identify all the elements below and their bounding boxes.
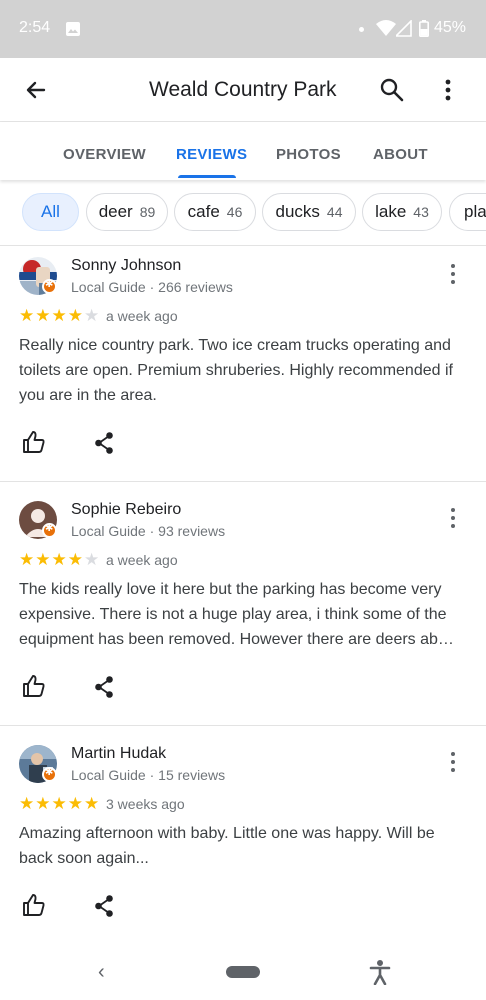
star-filled-icon: ★ <box>84 794 100 813</box>
star-filled-icon: ★ <box>67 550 83 569</box>
tab-reviews[interactable]: REVIEWS <box>176 146 247 163</box>
filter-chip-all[interactable]: All <box>22 193 79 231</box>
nav-back-icon[interactable]: ‹ <box>98 961 105 984</box>
star-filled-icon: ★ <box>51 794 67 813</box>
nav-home-pill-icon[interactable] <box>226 966 260 978</box>
reviewer-name[interactable]: Sonny Johnson <box>71 257 181 275</box>
chip-label: deer <box>98 202 133 221</box>
reviewer-name[interactable]: Martin Hudak <box>71 745 166 763</box>
chip-label: ducks <box>275 202 320 221</box>
review-date: 3 weeks ago <box>106 796 185 812</box>
filter-chip-play[interactable]: pla <box>449 193 486 231</box>
app-bar: Weald Country Park <box>0 58 486 122</box>
divider <box>0 725 486 726</box>
accessibility-icon[interactable] <box>369 959 391 985</box>
status-bar: 2:54 45% <box>0 0 486 58</box>
review-more-vert-icon[interactable] <box>443 505 463 531</box>
review-date: a week ago <box>106 308 178 324</box>
chip-count: 89 <box>139 204 156 220</box>
star-filled-icon: ★ <box>19 794 35 813</box>
tab-photos[interactable]: PHOTOS <box>276 146 341 163</box>
wifi-icon <box>376 20 396 36</box>
star-filled-icon: ★ <box>35 550 51 569</box>
chip-count: 44 <box>326 204 343 220</box>
battery-icon <box>419 20 429 37</box>
page-title: Weald Country Park <box>149 78 337 101</box>
divider <box>0 481 486 482</box>
review-text: Really nice country park. Two ice cream … <box>19 337 453 404</box>
chip-label: pla <box>464 202 486 221</box>
local-guide-badge-icon <box>42 767 57 782</box>
status-time: 2:54 <box>19 19 51 36</box>
star-filled-icon: ★ <box>19 550 35 569</box>
review-filter-chips: All deer 89 cafe 46 ducks 44 lake 43 pla <box>0 193 486 233</box>
star-filled-icon: ★ <box>35 306 51 325</box>
star-filled-icon: ★ <box>19 306 35 325</box>
system-nav-bar: ‹ <box>0 944 486 1000</box>
star-filled-icon: ★ <box>67 794 83 813</box>
star-empty-icon: ★ <box>84 550 100 569</box>
chip-label: cafe <box>187 202 220 221</box>
review-date: a week ago <box>106 552 178 568</box>
divider <box>0 245 486 246</box>
filter-chip-ducks[interactable]: ducks 44 <box>262 193 356 231</box>
star-rating: ★ ★ ★ ★ ★ <box>19 551 99 569</box>
tab-overview[interactable]: OVERVIEW <box>63 146 146 163</box>
share-icon[interactable] <box>93 675 115 699</box>
star-rating: ★ ★ ★ ★ ★ <box>19 307 99 325</box>
filter-chip-deer[interactable]: deer 89 <box>86 193 168 231</box>
active-tab-indicator <box>178 175 236 178</box>
image-notification-icon <box>66 22 80 36</box>
chip-count: 43 <box>413 204 429 220</box>
signal-icon <box>396 20 412 37</box>
chip-count: 46 <box>226 204 243 220</box>
notification-dot-icon <box>359 27 364 32</box>
reviewer-meta: Local Guide · 93 reviews <box>71 523 226 539</box>
star-filled-icon: ★ <box>67 306 83 325</box>
thumb-up-icon[interactable] <box>21 892 47 918</box>
review-text: Amazing afternoon with baby. Little one … <box>19 825 435 867</box>
local-guide-badge-icon <box>42 279 57 294</box>
review-more-vert-icon[interactable] <box>443 749 463 775</box>
star-filled-icon: ★ <box>51 306 67 325</box>
back-arrow-icon[interactable] <box>22 76 50 104</box>
filter-chip-cafe[interactable]: cafe 46 <box>174 193 256 231</box>
filter-chip-lake[interactable]: lake 43 <box>362 193 442 231</box>
thumb-up-icon[interactable] <box>21 673 47 699</box>
thumb-up-icon[interactable] <box>21 429 47 455</box>
local-guide-badge-icon <box>42 523 57 538</box>
star-rating: ★ ★ ★ ★ ★ <box>19 795 99 813</box>
tab-bar: OVERVIEW REVIEWS PHOTOS ABOUT <box>0 122 486 180</box>
review-text: The kids really love it here but the par… <box>19 581 454 648</box>
chip-label: All <box>41 202 60 221</box>
star-filled-icon: ★ <box>51 550 67 569</box>
chip-label: lake <box>375 202 407 221</box>
reviewer-meta: Local Guide · 15 reviews <box>71 767 226 783</box>
star-empty-icon: ★ <box>84 306 100 325</box>
search-icon[interactable] <box>378 76 406 104</box>
tab-about[interactable]: ABOUT <box>373 146 428 163</box>
reviewer-name[interactable]: Sophie Rebeiro <box>71 501 181 519</box>
share-icon[interactable] <box>93 431 115 455</box>
more-vert-icon[interactable] <box>438 76 458 104</box>
battery-percent: 45% <box>434 19 467 36</box>
reviewer-meta: Local Guide · 266 reviews <box>71 279 233 295</box>
star-filled-icon: ★ <box>35 794 51 813</box>
review-more-vert-icon[interactable] <box>443 261 463 287</box>
share-icon[interactable] <box>93 894 115 918</box>
